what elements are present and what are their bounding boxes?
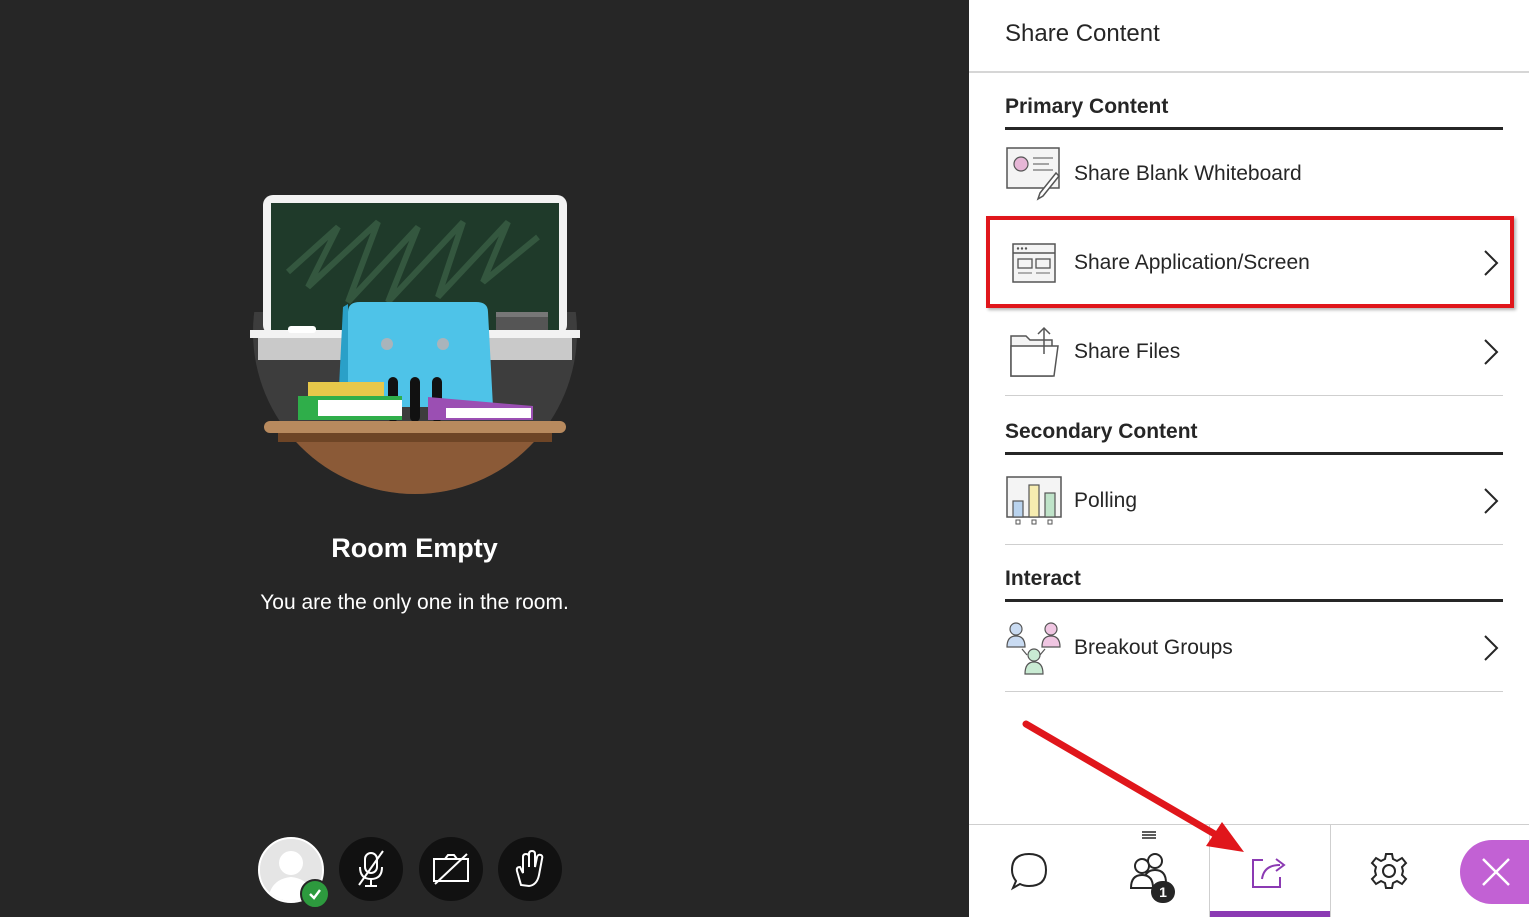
section-interact: Interact [1005, 567, 1503, 602]
section-secondary-content: Secondary Content [1005, 420, 1503, 455]
breakout-groups-item[interactable]: Breakout Groups [1005, 605, 1503, 692]
panel-title: Share Content [1005, 20, 1160, 47]
share-files-label: Share Files [1074, 340, 1181, 363]
attendee-count-badge: 1 [1151, 881, 1175, 903]
highlight-box [986, 216, 1514, 308]
tab-share-content[interactable] [1209, 825, 1331, 917]
divider [1005, 452, 1503, 455]
raise-hand-button[interactable] [498, 837, 562, 901]
room-empty-title: Room Empty [331, 533, 498, 563]
share-content-panel: Share Content Primary Content Share Blan… [969, 0, 1529, 917]
share-files-item[interactable]: Share Files [1005, 309, 1503, 396]
section-primary-content: Primary Content [1005, 95, 1503, 130]
settings-icon [1370, 853, 1408, 889]
whiteboard-icon [1005, 145, 1063, 203]
check-icon [300, 879, 330, 909]
section-heading: Interact [1005, 567, 1081, 590]
folder-upload-icon [1005, 323, 1063, 381]
divider [969, 71, 1529, 73]
close-icon [1482, 858, 1510, 886]
bar-chart-icon [1005, 472, 1063, 530]
camera-button[interactable] [419, 837, 483, 901]
main-stage: Room Empty You are the only one in the r… [0, 0, 969, 916]
menu-handle-icon [1142, 831, 1156, 839]
breakout-groups-label: Breakout Groups [1074, 636, 1233, 659]
share-blank-whiteboard-item[interactable]: Share Blank Whiteboard [1005, 131, 1503, 218]
tab-chat[interactable] [969, 825, 1089, 917]
share-blank-whiteboard-label: Share Blank Whiteboard [1074, 162, 1302, 185]
groups-icon [1005, 619, 1063, 677]
section-heading: Secondary Content [1005, 420, 1198, 443]
microphone-button[interactable] [339, 837, 403, 901]
chevron-right-icon [1484, 339, 1499, 365]
share-content-icon [1252, 858, 1286, 888]
tab-settings[interactable] [1329, 825, 1449, 917]
collab-panel-bottom-bar: 1 [969, 824, 1529, 917]
section-heading: Primary Content [1005, 95, 1169, 118]
polling-label: Polling [1074, 489, 1138, 512]
polling-item[interactable]: Polling [1005, 458, 1503, 545]
divider [1005, 599, 1503, 602]
empty-classroom-illustration [250, 195, 580, 494]
divider [1005, 127, 1503, 130]
tab-attendees[interactable]: 1 [1089, 825, 1209, 917]
hand-icon [515, 849, 544, 888]
camera-off-icon [433, 853, 469, 885]
room-empty-subtitle: You are the only one in the room. [260, 591, 569, 614]
chevron-right-icon [1484, 488, 1499, 514]
chevron-right-icon [1484, 635, 1499, 661]
microphone-muted-icon [358, 850, 384, 887]
close-panel-button[interactable] [1460, 840, 1529, 904]
chat-icon [1010, 852, 1048, 891]
